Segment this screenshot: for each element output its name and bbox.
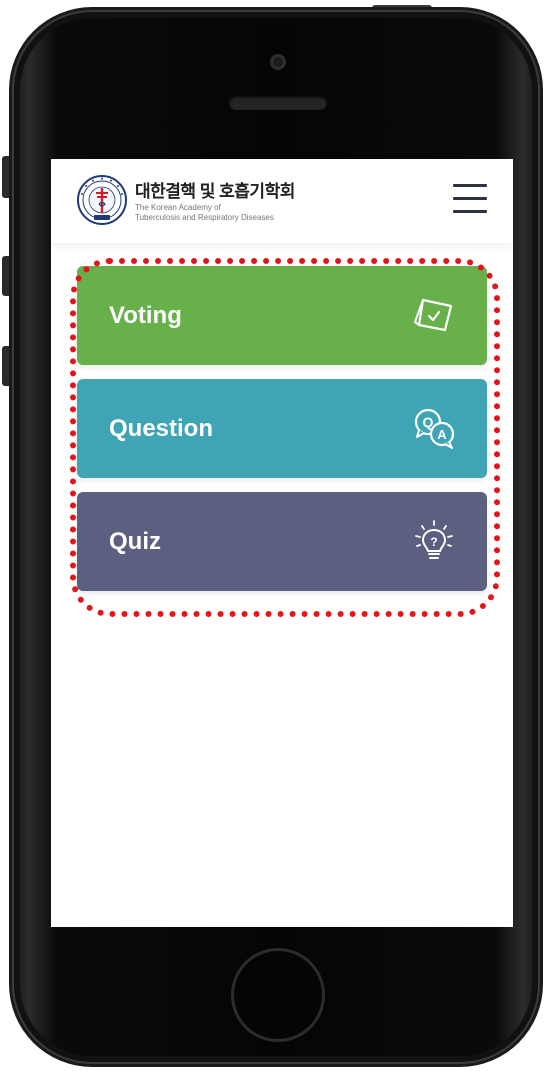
hamburger-line — [453, 210, 487, 213]
app-screen: 대한결핵 및 호흡기학회 The Korean Academy of Tuber… — [51, 159, 513, 927]
org-name-english-line2: Tuberculosis and Respiratory Diseases — [135, 213, 274, 222]
hamburger-line — [453, 197, 487, 200]
qa-chat-icon: Q A — [414, 408, 455, 449]
voting-label: Voting — [109, 302, 182, 329]
voting-icon — [413, 298, 453, 332]
svg-text:A: A — [437, 427, 447, 442]
quiz-button[interactable]: Quiz ? — [77, 492, 487, 591]
volume-down-button — [2, 346, 12, 386]
hamburger-menu-icon[interactable] — [453, 181, 487, 215]
lightbulb-question-icon: ? — [415, 520, 453, 559]
question-label: Question — [109, 415, 214, 442]
svg-text:?: ? — [430, 535, 437, 549]
hamburger-line — [453, 184, 487, 187]
voting-button[interactable]: Voting — [77, 266, 487, 365]
quiz-label: Quiz — [109, 528, 161, 555]
earpiece-speaker — [229, 96, 327, 110]
app-header: 대한결핵 및 호흡기학회 The Korean Academy of Tuber… — [51, 159, 513, 243]
home-button[interactable] — [231, 948, 325, 1042]
org-name-korean: 대한결핵 및 호흡기학회 — [135, 182, 295, 201]
mute-switch — [2, 156, 12, 198]
volume-up-button — [2, 256, 12, 296]
phone-frame: 대한결핵 및 호흡기학회 The Korean Academy of Tuber… — [0, 0, 552, 1071]
org-name-english-line1: The Korean Academy of — [135, 203, 221, 212]
question-button[interactable]: Question Q A — [77, 379, 487, 478]
society-logo[interactable] — [77, 175, 127, 225]
front-camera — [270, 54, 286, 70]
